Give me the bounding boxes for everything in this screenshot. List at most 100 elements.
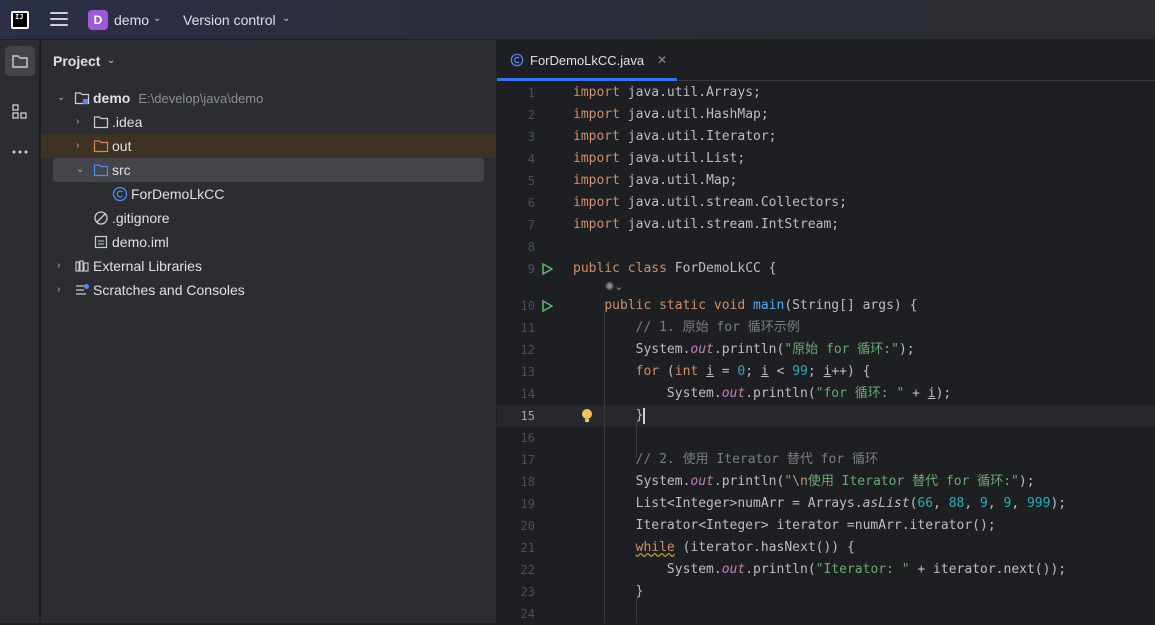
chevron-right-icon[interactable]: › <box>76 134 88 158</box>
chevron-right-icon[interactable]: › <box>57 278 69 302</box>
line-number: 19 <box>520 497 535 511</box>
tree-item-label: .idea <box>112 114 143 130</box>
tree-item-scratches[interactable]: › Scratches and Consoles <box>41 278 496 302</box>
line-number: 10 <box>520 299 535 313</box>
excluded-folder-icon <box>93 140 109 153</box>
iml-file-icon <box>94 235 108 249</box>
line-number: 17 <box>520 453 535 467</box>
line-number: 23 <box>520 585 535 599</box>
code-line: for (int i = 0; i < 99; i++) { <box>635 364 871 379</box>
code-line: public static void main(String[] args) { <box>604 298 918 313</box>
tree-item-label: demo <box>93 90 131 106</box>
panel-title[interactable]: Project <box>53 53 100 69</box>
folder-icon <box>12 55 28 68</box>
chevron-down-icon[interactable]: ⌄ <box>153 13 161 24</box>
line-number: 11 <box>520 321 535 335</box>
project-panel: Project ⌄ ⌄ demo E:\develop\java\demo › .… <box>41 40 496 623</box>
tree-item-label: src <box>112 162 131 178</box>
code-line: import java.util.Arrays; <box>573 85 761 100</box>
line-number: 2 <box>527 108 535 122</box>
run-icon[interactable] <box>541 263 553 275</box>
line-number: 6 <box>527 196 535 210</box>
line-number: 8 <box>527 240 535 254</box>
line-number: 18 <box>520 475 535 489</box>
inlay-hint-icon[interactable]: ✺⌄ <box>605 280 623 293</box>
active-tab-indicator <box>497 78 677 81</box>
code-line: import java.util.stream.IntStream; <box>573 217 840 232</box>
chevron-down-icon[interactable]: ⌄ <box>107 55 115 66</box>
tree-item-demo-iml[interactable]: demo.iml <box>41 230 496 254</box>
code-line: // 2. 使用 Iterator 替代 for 循环 <box>635 452 878 467</box>
tab-fordemolkcc-java[interactable]: ForDemoLkCC.java ✕ <box>497 40 677 81</box>
tree-item-out[interactable]: › out <box>41 134 496 158</box>
code-line: // 1. 原始 for 循环示例 <box>635 320 800 335</box>
line-number: 13 <box>520 365 535 379</box>
line-number: 24 <box>520 607 535 621</box>
code-line: import java.util.Iterator; <box>573 129 777 144</box>
tree-item-gitignore[interactable]: .gitignore <box>41 206 496 230</box>
tree-item-label: out <box>112 138 132 154</box>
tree-item-label: .gitignore <box>112 210 170 226</box>
more-icon <box>12 150 28 154</box>
line-number: 7 <box>527 218 535 232</box>
editor-tab-bar: ForDemoLkCC.java ✕ <box>497 40 1155 81</box>
java-class-icon <box>510 53 524 67</box>
code-line: System.out.println("原始 for 循环:"); <box>573 342 915 357</box>
chevron-right-icon[interactable]: › <box>57 254 69 278</box>
tree-item-label: External Libraries <box>93 258 202 274</box>
code-line: import java.util.List; <box>573 151 746 166</box>
code-line: while (iterator.hasNext()) { <box>635 540 855 555</box>
code-area[interactable]: 1 2 3 4 5 6 7 8 9 10 11 12 13 14 15 16 1… <box>497 82 1155 623</box>
code-line: System.out.println("\n使用 Iterator 替代 for… <box>573 474 1035 489</box>
code-line: import java.util.Map; <box>573 173 738 188</box>
chevron-down-icon[interactable]: ⌄ <box>76 158 88 182</box>
code-line: List<Integer>numArr = Arrays.asList(66, … <box>573 496 1067 511</box>
line-number: 14 <box>520 387 535 401</box>
chevron-down-icon[interactable]: ⌄ <box>282 13 290 24</box>
module-folder-icon <box>74 92 90 105</box>
line-number: 21 <box>520 541 535 555</box>
project-badge[interactable]: D <box>88 10 108 30</box>
text-caret <box>643 407 646 424</box>
run-icon[interactable] <box>541 300 553 312</box>
chevron-right-icon[interactable]: › <box>76 110 88 134</box>
structure-icon <box>12 104 27 119</box>
tree-item-demo[interactable]: ⌄ demo E:\develop\java\demo <box>41 86 496 110</box>
structure-tool-button[interactable] <box>5 97 35 127</box>
ignore-file-icon <box>94 211 108 225</box>
line-number: 22 <box>520 563 535 577</box>
source-folder-icon <box>93 164 109 177</box>
tool-window-strip <box>0 40 40 623</box>
code-line: } <box>573 584 644 599</box>
code-line: public class ForDemoLkCC { <box>573 261 777 276</box>
main-menu-icon[interactable] <box>50 12 68 28</box>
line-number: 16 <box>520 431 535 445</box>
line-number: 4 <box>527 152 535 166</box>
project-tool-button[interactable] <box>5 46 35 76</box>
tree-item-src[interactable]: ⌄ src <box>53 158 484 182</box>
code-line: import java.util.HashMap; <box>573 107 769 122</box>
code-line: System.out.println("Iterator: " + iterat… <box>573 562 1067 577</box>
line-number: 5 <box>527 174 535 188</box>
project-switcher[interactable]: demo <box>114 12 149 28</box>
tree-item-label: demo.iml <box>112 234 169 250</box>
title-bar: IJ D demo ⌄ Version control ⌄ <box>0 0 1155 40</box>
close-icon[interactable]: ✕ <box>657 53 667 67</box>
line-number-current: 15 <box>520 409 535 423</box>
tree-item-idea[interactable]: › .idea <box>41 110 496 134</box>
more-tools-button[interactable] <box>5 137 35 167</box>
code-line-current: } <box>573 407 646 424</box>
code-line: import java.util.stream.Collectors; <box>573 195 847 210</box>
chevron-down-icon[interactable]: ⌄ <box>57 86 69 110</box>
version-control-menu[interactable]: Version control <box>183 12 276 28</box>
tree-item-fordemolkcc[interactable]: ForDemoLkCC <box>41 182 496 206</box>
project-path: E:\develop\java\demo <box>138 91 264 106</box>
java-class-icon <box>112 186 128 202</box>
line-number: 3 <box>527 130 535 144</box>
tree-item-external-libraries[interactable]: › External Libraries <box>41 254 496 278</box>
tree-item-label: ForDemoLkCC <box>131 186 225 202</box>
intellij-logo-icon[interactable]: IJ <box>11 11 29 29</box>
code-line: System.out.println("for 循环: " + i); <box>573 386 952 401</box>
folder-icon <box>93 116 109 129</box>
scratches-icon <box>76 284 89 295</box>
